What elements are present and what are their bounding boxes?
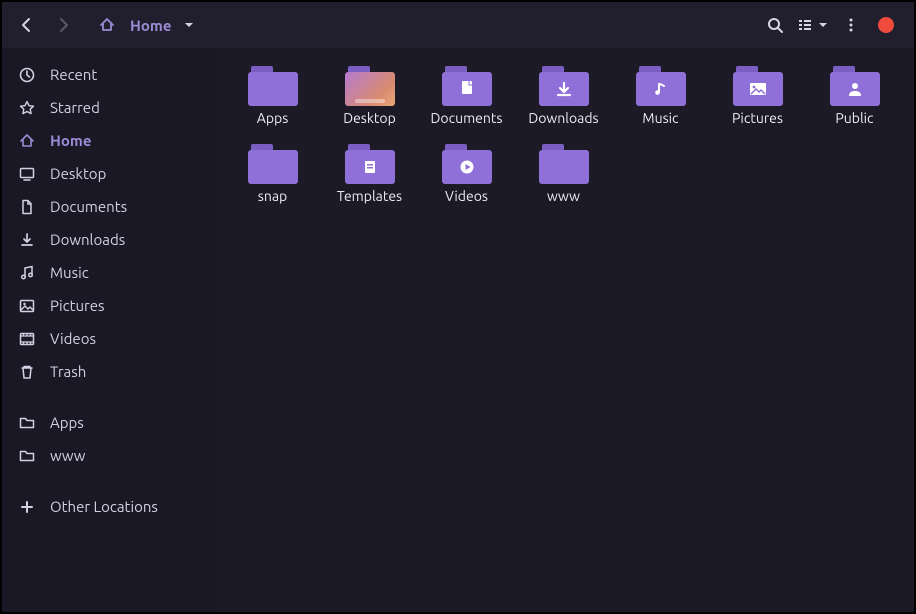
folder-item-www[interactable]: www [515, 144, 612, 204]
sidebar-item-documents[interactable]: Documents [2, 190, 216, 223]
folder-item-snap[interactable]: snap [224, 144, 321, 204]
sidebar-item-label: Recent [50, 66, 97, 83]
clock-icon [18, 67, 36, 83]
folder-icon [248, 66, 298, 106]
sidebar-item-label: Home [50, 132, 91, 149]
sidebar-item-label: Pictures [50, 297, 105, 314]
sidebar-item-desktop[interactable]: Desktop [2, 157, 216, 190]
video-icon [18, 331, 36, 347]
folder-icon [248, 144, 298, 184]
folder-item-videos[interactable]: Videos [418, 144, 515, 204]
folder-icon [442, 144, 492, 184]
folder-item-apps[interactable]: Apps [224, 66, 321, 126]
folder-icon [830, 66, 880, 106]
trash-icon [18, 364, 36, 380]
sidebar-item-label: Documents [50, 198, 127, 215]
folder-icon [539, 66, 589, 106]
sidebar-item-label: Music [50, 264, 89, 281]
sidebar-item-home[interactable]: Home [2, 124, 216, 157]
desktop-icon [18, 166, 36, 182]
folder-icon [18, 415, 36, 431]
view-toggle-button[interactable] [794, 8, 832, 42]
sidebar-item-other-locations[interactable]: Other Locations [2, 490, 216, 523]
folder-icon [345, 144, 395, 184]
sidebar-item-starred[interactable]: Starred [2, 91, 216, 124]
breadcrumb-current[interactable]: Home [130, 17, 171, 34]
plus-icon [18, 499, 36, 515]
sidebar-item-label: Videos [50, 330, 96, 347]
picture-icon [18, 298, 36, 314]
folder-item-desktop[interactable]: Desktop [321, 66, 418, 126]
folder-label: Downloads [528, 110, 598, 126]
sidebar-item-downloads[interactable]: Downloads [2, 223, 216, 256]
folder-label: Pictures [732, 110, 783, 126]
home-path-icon[interactable] [90, 8, 124, 42]
folder-label: Desktop [343, 110, 396, 126]
folder-icon [442, 66, 492, 106]
sidebar-item-www[interactable]: www [2, 439, 216, 472]
main-content: Apps Desktop Documents Downloads Music Pictur… [216, 48, 914, 612]
folder-icon [345, 66, 395, 106]
folder-icon [18, 448, 36, 464]
sidebar-item-label: Starred [50, 99, 100, 116]
doc-icon [18, 199, 36, 215]
folder-item-documents[interactable]: Documents [418, 66, 515, 126]
home-icon [18, 133, 36, 149]
toolbar: Home [2, 2, 914, 48]
sidebar-item-recent[interactable]: Recent [2, 58, 216, 91]
sidebar-item-label: Other Locations [50, 498, 158, 515]
sidebar-item-label: Apps [50, 414, 84, 431]
folder-label: Templates [337, 188, 402, 204]
folder-item-templates[interactable]: Templates [321, 144, 418, 204]
music-icon [18, 265, 36, 281]
folder-label: Documents [431, 110, 503, 126]
folder-item-music[interactable]: Music [612, 66, 709, 126]
recording-indicator-icon [878, 17, 894, 33]
sidebar-item-label: www [50, 447, 85, 464]
folder-label: Music [642, 110, 678, 126]
folder-icon [733, 66, 783, 106]
back-button[interactable] [10, 8, 44, 42]
sidebar-item-label: Desktop [50, 165, 106, 182]
sidebar-item-trash[interactable]: Trash [2, 355, 216, 388]
forward-button[interactable] [46, 8, 80, 42]
folder-item-public[interactable]: Public [806, 66, 903, 126]
download-icon [18, 232, 36, 248]
folder-label: snap [258, 188, 287, 204]
folder-icon [636, 66, 686, 106]
folder-icon [539, 144, 589, 184]
sidebar-item-pictures[interactable]: Pictures [2, 289, 216, 322]
search-button[interactable] [758, 8, 792, 42]
path-dropdown-icon[interactable] [177, 8, 201, 42]
folder-label: Apps [257, 110, 289, 126]
hamburger-menu-button[interactable] [834, 8, 868, 42]
sidebar-item-music[interactable]: Music [2, 256, 216, 289]
sidebar-item-apps[interactable]: Apps [2, 406, 216, 439]
sidebar-item-label: Trash [50, 363, 86, 380]
sidebar-item-videos[interactable]: Videos [2, 322, 216, 355]
sidebar: Recent Starred Home Desktop Documents Downloa… [2, 48, 216, 612]
star-icon [18, 100, 36, 116]
folder-label: Videos [445, 188, 488, 204]
sidebar-item-label: Downloads [50, 231, 125, 248]
folder-item-downloads[interactable]: Downloads [515, 66, 612, 126]
folder-label: www [547, 188, 580, 204]
folder-item-pictures[interactable]: Pictures [709, 66, 806, 126]
folder-label: Public [835, 110, 873, 126]
